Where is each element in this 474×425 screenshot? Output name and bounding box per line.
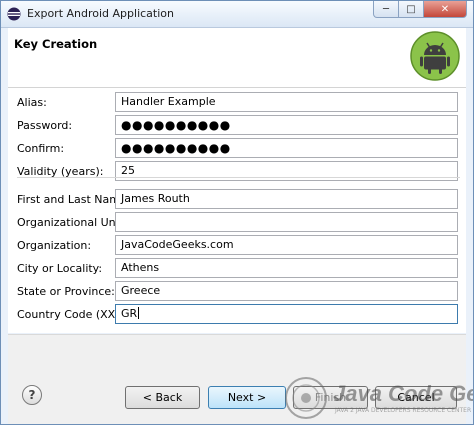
maximize-button[interactable]: □ [399,1,424,18]
org-unit-row: Organizational Unit: [8,212,466,234]
name-label: First and Last Name: [17,193,131,206]
confirm-row: Confirm: ●●●●●●●●●● [8,138,466,160]
back-button[interactable]: < Back [125,386,200,409]
text-caret [138,307,140,319]
state-field[interactable]: Greece [115,281,458,301]
section-divider [17,177,460,178]
org-unit-field[interactable] [115,212,458,232]
wizard-header: Key Creation [8,28,466,88]
organization-label: Organization: [17,239,92,252]
country-label: Country Code (XX): [17,308,124,321]
confirm-password-field[interactable]: ●●●●●●●●●● [115,138,458,158]
eclipse-icon [7,7,21,21]
cancel-button[interactable]: Cancel [375,386,457,409]
organization-row: Organization: JavaCodeGeeks.com [8,235,466,257]
page-title: Key Creation [14,37,98,51]
export-dialog: Export Android Application ─ □ ✕ Key Cre… [0,0,474,425]
validity-row: Validity (years): 25 [8,161,466,183]
organization-field[interactable]: JavaCodeGeeks.com [115,235,458,255]
country-code-value: GR [121,307,138,320]
password-label: Password: [17,119,73,132]
alias-field[interactable]: Handler Example [115,92,458,112]
password-field[interactable]: ●●●●●●●●●● [115,115,458,135]
confirm-label: Confirm: [17,142,65,155]
city-field[interactable]: Athens [115,258,458,278]
help-button[interactable]: ? [22,385,42,405]
name-row: First and Last Name: James Routh [8,189,466,211]
password-row: Password: ●●●●●●●●●● [8,115,466,137]
close-button[interactable]: ✕ [424,1,467,18]
button-bar: ? < Back Next > Finish Cancel [8,334,466,424]
next-button[interactable]: Next > [208,386,286,409]
title-bar: Export Android Application ─ □ ✕ [1,1,473,28]
alias-row: Alias: Handler Example [8,92,466,114]
name-field[interactable]: James Routh [115,189,458,209]
key-form: Alias: Handler Example Password: ●●●●●●●… [8,88,466,333]
city-row: City or Locality: Athens [8,258,466,280]
window-controls: ─ □ ✕ [373,1,467,19]
org-unit-label: Organizational Unit: [17,216,127,229]
validity-field[interactable]: 25 [115,161,458,181]
country-row: Country Code (XX): GR [8,304,466,326]
minimize-button[interactable]: ─ [373,1,399,18]
alias-label: Alias: [17,96,47,109]
country-code-field[interactable]: GR [115,304,458,324]
finish-button[interactable]: Finish [293,386,368,409]
window-title: Export Android Application [27,7,174,20]
android-icon [410,31,460,81]
state-row: State or Province: Greece [8,281,466,303]
state-label: State or Province: [17,285,115,298]
city-label: City or Locality: [17,262,103,275]
